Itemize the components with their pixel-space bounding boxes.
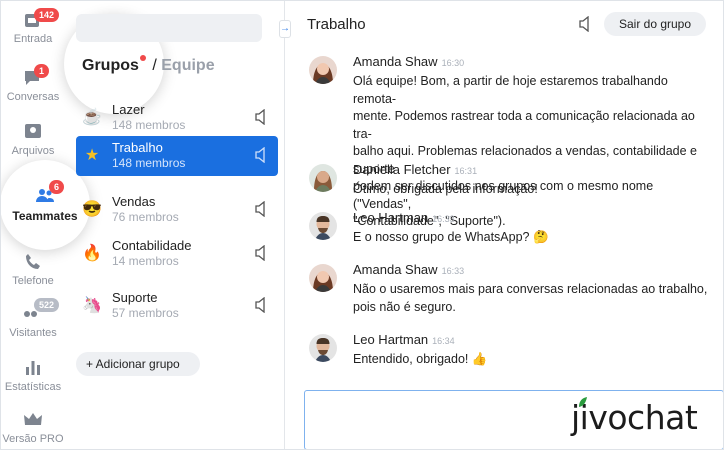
sidebar-item-archive[interactable]: Arquivos: [0, 122, 66, 157]
avatar[interactable]: [309, 164, 337, 192]
group-name: Contabilidade: [112, 238, 192, 253]
teammates-badge: 6: [49, 180, 65, 194]
logo-leaf-icon: [579, 397, 587, 407]
sidebar-item-teammates[interactable]: 6 Teammates: [5, 180, 85, 223]
stats-icon: [22, 358, 44, 378]
chat-title: Trabalho: [307, 16, 366, 33]
column-divider: [284, 0, 285, 450]
message-time: 16:30: [441, 58, 465, 68]
message-time: 16:31: [454, 166, 478, 176]
group-name: Suporte: [112, 290, 158, 305]
sidebar-item-label: Arquivos: [11, 145, 55, 157]
message-text: Entendido, obrigado! 👍: [353, 352, 488, 366]
jivochat-logo: jivochat: [571, 398, 698, 437]
speaker-mute-icon[interactable]: [578, 16, 592, 32]
coffee-icon: ☕: [82, 109, 102, 126]
message-author: Amanda Shaw: [353, 262, 438, 277]
message-text: E o nosso grupo de WhatsApp? 🤔: [353, 230, 549, 244]
group-item-lazer[interactable]: ☕ Lazer 148 membros: [76, 98, 278, 140]
speaker-mute-icon[interactable]: [254, 109, 268, 125]
speaker-mute-icon[interactable]: [254, 297, 268, 313]
sidebar-item-label: Conversas: [6, 91, 60, 103]
message-author: Amanda Shaw: [353, 54, 438, 69]
group-member-count: 14 membros: [112, 254, 179, 268]
star-icon: ★: [84, 147, 100, 164]
inbox-badge: 142: [34, 8, 60, 22]
visitors-badge: 522: [34, 298, 60, 312]
speaker-mute-icon[interactable]: [254, 245, 268, 261]
app-window: 142 Entrada 1 Conversas Arquivos 6 Teamm…: [0, 0, 724, 450]
avatar[interactable]: [309, 56, 337, 84]
tab-active-dot: [139, 55, 146, 61]
message-time: 16:34: [432, 336, 455, 346]
sidebar-item-label: Teammates: [12, 209, 78, 223]
message-time: 16:33: [432, 214, 455, 224]
message-time: 16:33: [441, 266, 465, 276]
message-author: Leo Hartman: [353, 332, 429, 347]
sidebar-item-pro[interactable]: Versão PRO: [0, 410, 66, 445]
group-name: Lazer: [112, 102, 145, 117]
sidebar-item-statistics[interactable]: Estatísticas: [0, 358, 66, 393]
message-text: Não o usaremos mais para conversas relac…: [353, 282, 708, 314]
group-member-count: 76 membros: [112, 210, 179, 224]
group-member-count: 148 membros: [112, 156, 186, 170]
tab-team[interactable]: Equipe: [161, 57, 214, 74]
sidebar-item-label: Entrada: [13, 33, 53, 45]
crown-icon: [22, 410, 44, 430]
sidebar-item-visitors[interactable]: 522 Visitantes: [0, 298, 66, 339]
add-group-button[interactable]: + Adicionar grupo: [76, 352, 200, 376]
groups-tabs: Grupos / Equipe: [82, 55, 215, 75]
sidebar-item-label: Telefone: [12, 275, 54, 287]
collapse-arrow-icon[interactable]: →: [279, 20, 291, 38]
group-name: Vendas: [112, 194, 156, 209]
sidebar-item-label: Estatísticas: [4, 381, 62, 393]
avatar[interactable]: [309, 212, 337, 240]
sidebar-item-inbox[interactable]: 142 Entrada: [0, 8, 66, 45]
message-author: Leo Hartman: [353, 210, 429, 225]
sidebar-item-phone[interactable]: Telefone: [0, 252, 66, 287]
group-item-trabalho[interactable]: ★ Trabalho 148 membros: [76, 136, 278, 176]
group-member-count: 148 membros: [112, 118, 186, 132]
avatar[interactable]: [309, 264, 337, 292]
message-author: Daniella Fletcher: [353, 162, 451, 177]
archive-icon: [22, 122, 44, 142]
sidebar-item-label: Visitantes: [9, 327, 57, 339]
unicorn-icon: 🦄: [82, 297, 102, 314]
group-item-contabilidade[interactable]: 🔥 Contabilidade 14 membros: [76, 234, 278, 276]
avatar[interactable]: [309, 334, 337, 362]
message-text: Olá equipe! Bom, a partir de hoje estare…: [353, 74, 697, 228]
message-text: Ótimo, obrigada pela informação!: [353, 182, 538, 196]
phone-icon: [22, 252, 44, 272]
fire-icon: 🔥: [82, 245, 102, 262]
group-item-vendas[interactable]: 😎 Vendas 76 membros: [76, 190, 278, 232]
speaker-mute-icon[interactable]: [254, 147, 268, 163]
sunglasses-icon: 😎: [82, 201, 102, 218]
group-name: Trabalho: [112, 140, 163, 155]
speaker-mute-icon[interactable]: [254, 201, 268, 217]
tab-separator: /: [152, 57, 157, 74]
group-member-count: 57 membros: [112, 306, 179, 320]
search-input[interactable]: [76, 14, 262, 42]
group-item-suporte[interactable]: 🦄 Suporte 57 membros: [76, 286, 278, 328]
leave-group-button[interactable]: Sair do grupo: [604, 12, 706, 36]
sidebar: 142 Entrada 1 Conversas Arquivos 6 Teamm…: [0, 0, 78, 450]
conversations-badge: 1: [34, 64, 50, 78]
sidebar-item-label: Versão PRO: [2, 433, 64, 445]
tab-groups[interactable]: Grupos: [82, 57, 139, 74]
sidebar-item-conversations[interactable]: 1 Conversas: [0, 64, 66, 103]
